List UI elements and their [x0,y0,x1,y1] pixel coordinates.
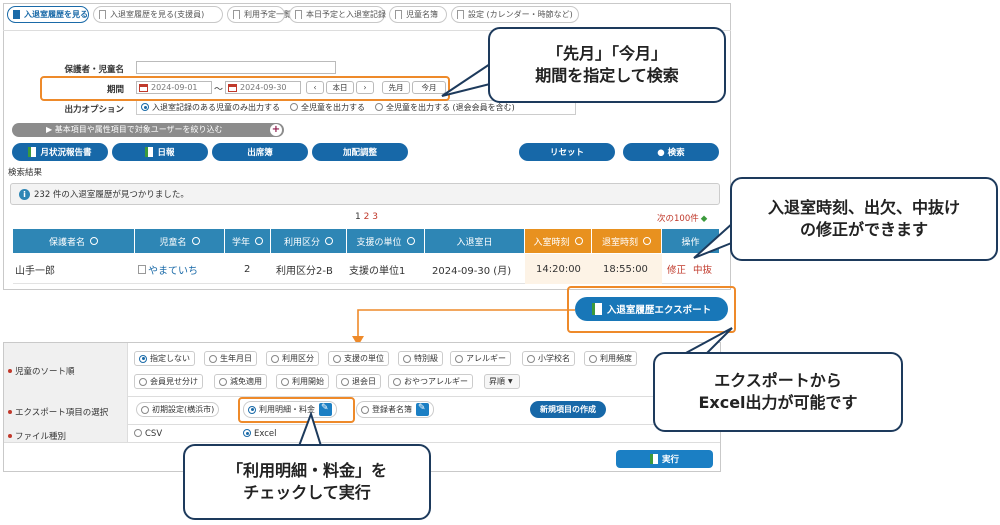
search-button[interactable]: ● 検索 [623,143,719,161]
fix-link[interactable]: 修正 [667,255,686,283]
filter-bar[interactable]: ▶ 基本項目や属性項目で対象ユーザーを絞り込む + [12,123,284,137]
sort-label: 児童のソート順 [8,365,75,377]
cell-category: 利用区分2-B [276,265,333,277]
export-row-sep3 [4,442,720,443]
doc-icon [138,264,146,274]
plus-icon: + [270,124,282,136]
excel-icon [28,147,37,157]
cell-guardian: 山手一郎 [15,265,55,277]
guardian-label: 保護者・児童名 [64,65,124,75]
export-button[interactable]: 入退室履歴エクスポート [575,297,728,321]
sort-icon [406,237,415,245]
sort-icon [325,237,333,245]
sort-discount[interactable]: 減免適用 [214,374,267,389]
tab-today[interactable]: 本日予定と入退室記録 [289,6,386,23]
sort-direction-select[interactable]: 昇順 ▼ [484,374,520,389]
guardian-input[interactable] [136,61,336,74]
callout-excel: エクスポートから Excel出力が可能です [653,352,903,432]
col-category[interactable]: 利用区分 [271,229,347,253]
tab-schedule-list[interactable]: 利用予定一覧 [227,6,292,23]
excel-icon [591,303,602,315]
excel-icon [145,147,154,157]
monthly-report-button[interactable]: 月状況報告書 [12,143,108,161]
reset-button[interactable]: リセット [519,143,615,161]
bookmark-icon [99,10,106,19]
bookmark-icon [295,10,302,19]
sort-icon [643,237,651,245]
item-default[interactable]: 初期設定(横浜市) [136,402,220,417]
item-roster[interactable]: 登録者名簿 [356,401,434,418]
new-item-button[interactable]: 新規項目の作成 [530,401,606,418]
type-csv[interactable]: CSV [134,429,162,439]
type-excel[interactable]: Excel [243,429,277,439]
sort-unit[interactable]: 支援の単位 [328,351,389,366]
addition-button[interactable]: 加配調整 [312,143,408,161]
cell-date: 2024-09-30 (月) [432,265,512,277]
sort-member-split[interactable]: 会員見せ分け [134,374,203,389]
output-option-1[interactable]: 入退室記録のある児童のみ出力する [141,102,280,113]
cell-grade: 2 [244,263,251,275]
col-child[interactable]: 児童名 [135,229,225,253]
bookmark-icon [395,10,402,19]
daily-report-button[interactable]: 日報 [112,143,208,161]
col-in[interactable]: 入室時刻 [525,229,592,253]
page-1[interactable]: 1 [355,212,361,222]
items-label: エクスポート項目の選択 [8,406,108,418]
excel-icon [649,454,658,464]
output-label: 出力オプション [64,105,124,115]
sort-icon [574,237,583,245]
sort-none[interactable]: 指定しない [134,351,195,366]
attendance-button[interactable]: 出席簿 [212,143,308,161]
page-2[interactable]: 2 [364,212,370,222]
bookmark-icon [457,10,464,19]
type-label: ファイル種別 [8,430,66,442]
run-button[interactable]: 実行 [616,450,713,468]
sort-school[interactable]: 小学校名 [522,351,575,366]
cell-child[interactable]: やまていち [138,255,198,283]
sort-category[interactable]: 利用区分 [266,351,319,366]
col-unit[interactable]: 支援の単位 [347,229,425,253]
page-3[interactable]: 3 [372,212,378,222]
output-option-3[interactable]: 全児童を出力する (退会会員を含む) [375,102,515,113]
col-date[interactable]: 入退室日 [425,229,525,253]
cell-in: 14:20:00 [536,263,581,275]
cell-out: 18:55:00 [603,263,648,275]
bookmark-icon [233,10,240,19]
sort-special[interactable]: 特別級 [398,351,443,366]
callout-check: 「利用明細・料金」を チェックして実行 [183,444,431,520]
info-icon: i [19,188,30,200]
edit-icon[interactable] [416,403,429,416]
bookmark-icon [13,10,20,19]
pagination: 1 2 3 [355,212,378,222]
results-section-title: 検索結果 [8,168,43,178]
sort-start[interactable]: 利用開始 [276,374,329,389]
sort-icon [255,237,263,245]
output-option-2[interactable]: 全児童を出力する [290,102,365,113]
tab-settings[interactable]: 設定 (カレンダー・時節など) [451,6,579,23]
callout-edit: 入退室時刻、出欠、中抜け の修正ができます [730,177,998,261]
cell-unit: 支援の単位1 [349,265,406,277]
sort-frequency[interactable]: 利用頻度 [584,351,637,366]
sort-allergy[interactable]: アレルギー [450,351,511,366]
period-highlight [40,76,450,101]
sort-withdraw[interactable]: 退会日 [336,374,381,389]
sort-icon [191,237,200,245]
col-grade[interactable]: 学年 [225,229,271,253]
tab-history[interactable]: 入退室履歴を見る [7,6,89,23]
sort-snack-allergy[interactable]: おやつアレルギー [388,374,473,389]
results-message-box: i 232 件の入退室履歴が見つかりました。 [10,183,720,205]
export-label-col [4,343,128,442]
callout-period: 「先月」「今月」 期間を指定して検索 [488,27,726,103]
sort-birthday[interactable]: 生年月日 [204,351,257,366]
tab-history-staff[interactable]: 入退室履歴を見る(支援員) [93,6,223,23]
chevron-down-icon: ▼ [508,378,513,385]
col-out[interactable]: 退室時刻 [592,229,662,253]
sort-icon [90,237,98,245]
col-guardian[interactable]: 保護者名 [13,229,135,253]
tab-roster[interactable]: 児童名簿 [389,6,447,23]
